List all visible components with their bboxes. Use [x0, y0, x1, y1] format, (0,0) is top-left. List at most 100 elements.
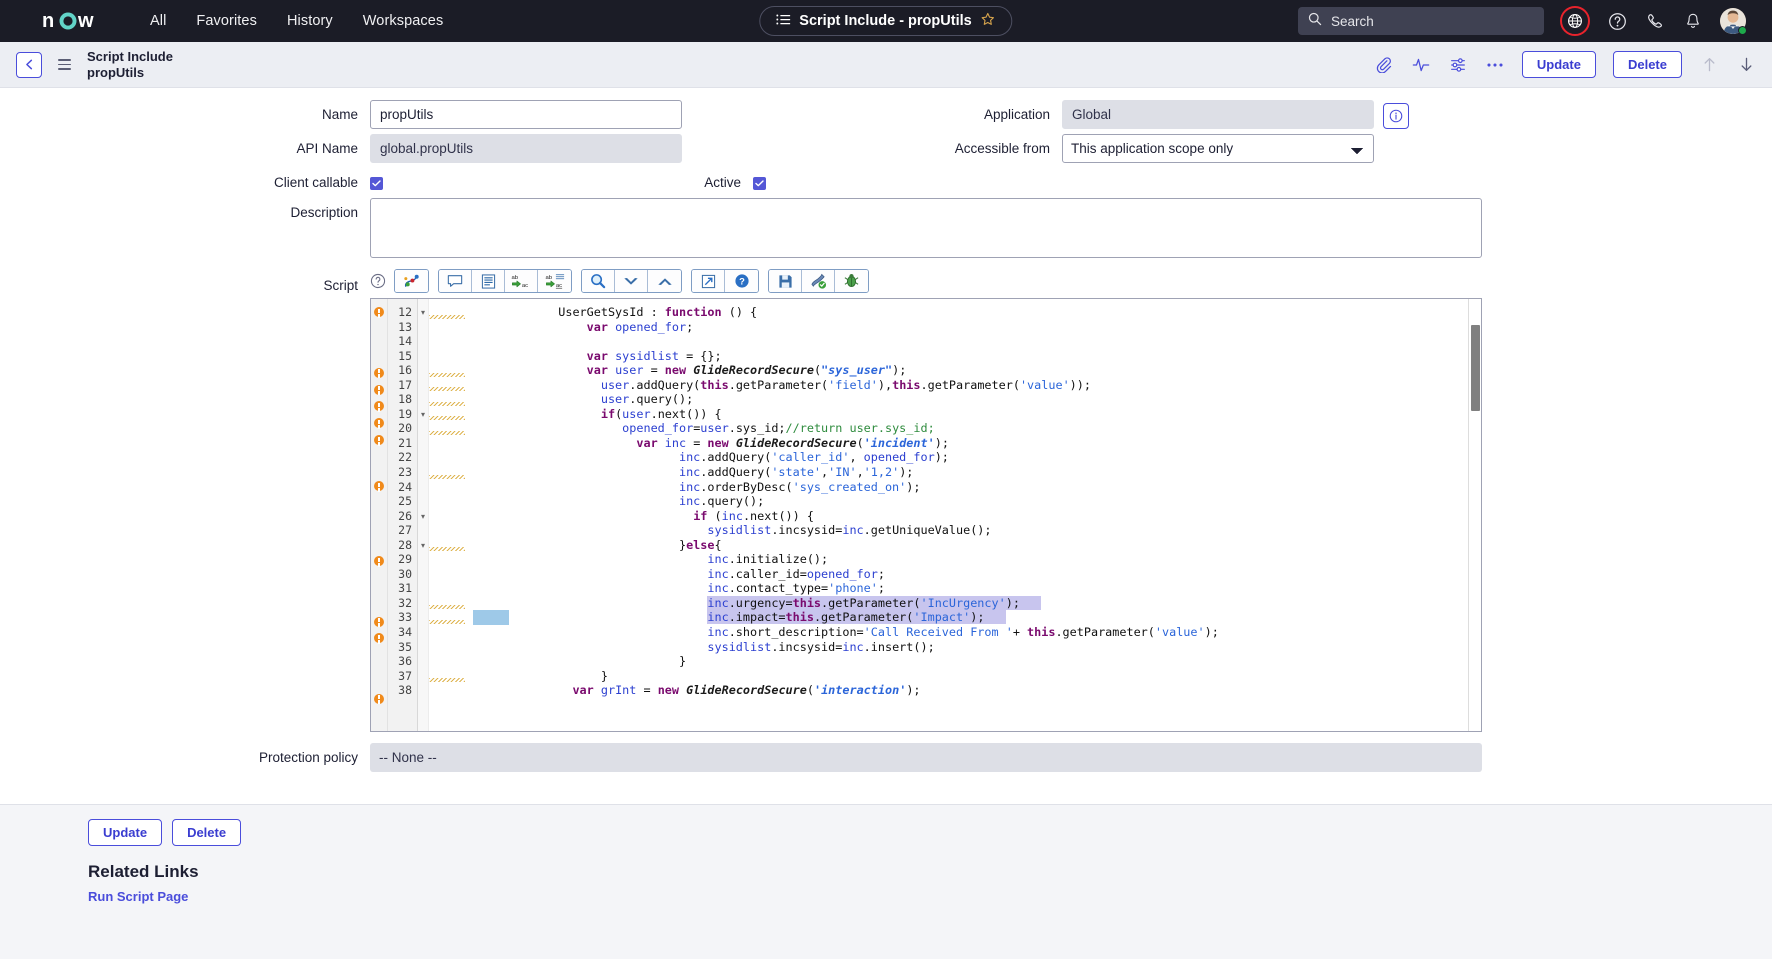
description-textarea[interactable] [370, 198, 1482, 258]
application-info-icon[interactable] [1383, 103, 1409, 129]
phone-icon[interactable] [1644, 10, 1666, 32]
global-search-input[interactable]: Search [1298, 7, 1544, 35]
editor-code-line[interactable]: var user = new GlideRecordSecure("sys_us… [473, 363, 1481, 378]
comment-icon[interactable] [439, 270, 472, 292]
editor-code-line[interactable]: inc.urgency=this.getParameter('IncUrgenc… [473, 595, 1481, 611]
star-favorite-icon[interactable] [981, 12, 996, 30]
editor-error-marker[interactable] [371, 556, 387, 571]
editor-error-marker[interactable] [371, 616, 387, 632]
editor-code-line[interactable]: var sysidlist = {}; [473, 349, 1481, 364]
more-options-icon[interactable] [1485, 55, 1505, 75]
editor-line-number: 15 [398, 348, 412, 363]
editor-line-number: 28 [398, 537, 412, 552]
save-disk-icon[interactable] [769, 270, 802, 292]
editor-error-marker[interactable] [371, 307, 387, 322]
editor-fold-toggle[interactable]: ▾ [418, 305, 428, 320]
accessible-from-select[interactable]: This application scope only [1062, 134, 1374, 163]
form-context-menu-icon[interactable] [58, 59, 71, 70]
nav-link-all[interactable]: All [148, 9, 168, 33]
editor-code-line[interactable] [473, 334, 1481, 349]
editor-error-marker[interactable] [371, 435, 387, 450]
editor-code-line[interactable]: var inc = new GlideRecordSecure('inciden… [473, 436, 1481, 451]
editor-fold-toggle[interactable]: ▾ [418, 509, 428, 524]
editor-code-line[interactable]: user.query(); [473, 392, 1481, 407]
replace-icon[interactable]: ab ac [505, 270, 538, 292]
related-link-run-script-page[interactable]: Run Script Page [88, 889, 1772, 904]
editor-code-line[interactable]: var grInt = new GlideRecordSecure('inter… [473, 683, 1481, 698]
editor-code-line[interactable]: UserGetSysId : function () { [473, 305, 1481, 320]
bell-notification-icon[interactable] [1682, 10, 1704, 32]
editor-code-line[interactable]: } [473, 654, 1481, 669]
nav-link-history[interactable]: History [285, 9, 335, 33]
nav-link-favorites[interactable]: Favorites [194, 9, 259, 33]
code-token: 'state' [771, 465, 822, 480]
globe-icon[interactable] [1560, 6, 1590, 36]
replace-all-icon[interactable]: ab ac [538, 270, 571, 292]
editor-code-line[interactable]: inc.query(); [473, 494, 1481, 509]
delete-button-footer[interactable]: Delete [172, 819, 242, 846]
editor-code-line[interactable]: inc.short_description='Call Received Fro… [473, 625, 1481, 640]
script-help-icon[interactable]: ? [725, 270, 758, 292]
editor-fold-toggle[interactable]: ▾ [418, 407, 428, 422]
activity-stream-icon[interactable] [1411, 55, 1431, 75]
user-avatar[interactable] [1720, 8, 1747, 35]
editor-error-marker[interactable] [371, 633, 387, 648]
editor-code-line[interactable]: }else{ [473, 538, 1481, 553]
nav-link-workspaces[interactable]: Workspaces [361, 9, 446, 33]
form-row-checkboxes: Client callable Active [0, 168, 1772, 190]
active-checkbox[interactable] [753, 177, 766, 190]
delete-button-header[interactable]: Delete [1612, 51, 1682, 78]
record-title-pill[interactable]: Script Include - propUtils [759, 6, 1013, 36]
editor-code-line[interactable]: if(user.next()) { [473, 407, 1481, 422]
editor-code-line[interactable]: inc.orderByDesc('sys_created_on'); [473, 480, 1481, 495]
editor-code-line[interactable]: inc.impact=this.getParameter('Impact'); [473, 610, 1481, 626]
editor-code-line[interactable]: sysidlist.incsysid=inc.insert(); [473, 640, 1481, 655]
editor-error-marker[interactable] [371, 384, 387, 400]
editor-error-marker[interactable] [371, 418, 387, 433]
editor-code-line[interactable]: } [473, 669, 1481, 684]
editor-error-marker[interactable] [371, 481, 387, 496]
fullscreen-expand-icon[interactable] [692, 270, 725, 292]
servicenow-logo[interactable]: n w [42, 8, 120, 34]
editor-code-line[interactable]: var opened_for; [473, 320, 1481, 335]
find-previous-up-icon[interactable] [648, 270, 681, 292]
debug-bug-icon[interactable] [835, 270, 868, 292]
help-question-icon[interactable] [1606, 10, 1628, 32]
editor-code-line[interactable]: inc.addQuery('caller_id', opened_for); [473, 450, 1481, 465]
editor-code-line[interactable]: opened_for=user.sys_id;//return user.sys… [473, 421, 1481, 436]
attachment-paperclip-icon[interactable] [1374, 55, 1394, 75]
editor-code-line[interactable]: inc.caller_id=opened_for; [473, 567, 1481, 582]
update-button-footer[interactable]: Update [88, 819, 163, 846]
editor-code-line[interactable]: user.addQuery(this.getParameter('field')… [473, 378, 1481, 393]
code-token: opened_for [622, 421, 694, 436]
syntax-editor-toggle-icon[interactable] [395, 270, 428, 292]
editor-code-content[interactable]: UserGetSysId : function () { var opened_… [473, 299, 1481, 731]
client-callable-checkbox[interactable] [370, 177, 383, 190]
syntax-check-icon[interactable] [802, 270, 835, 292]
editor-scrollbar[interactable] [1468, 299, 1481, 731]
editor-code-line[interactable]: inc.initialize(); [473, 552, 1481, 567]
editor-scrollbar-thumb[interactable] [1471, 325, 1480, 411]
editor-warning-squiggle [429, 596, 473, 611]
personalize-form-icon[interactable] [1448, 55, 1468, 75]
editor-fold-gutter[interactable]: ▾ ▾ ▾ ▾ [418, 299, 429, 731]
editor-error-marker[interactable] [371, 367, 387, 383]
help-circle-icon[interactable] [370, 273, 386, 289]
find-next-down-icon[interactable] [615, 270, 648, 292]
editor-code-line[interactable]: if (inc.next()) { [473, 509, 1481, 524]
editor-code-line[interactable]: inc.contact_type='phone'; [473, 581, 1481, 596]
arrow-up-icon[interactable] [1699, 55, 1719, 75]
script-code-editor[interactable]: 12 13 14 15 16 17 18 19 20 21 22 23 24 25 26 27 28 29 30 31… [370, 298, 1482, 732]
back-button[interactable] [16, 51, 42, 78]
find-search-icon[interactable] [582, 270, 615, 292]
update-button-header[interactable]: Update [1521, 51, 1596, 78]
arrow-down-icon[interactable] [1736, 55, 1756, 75]
name-input[interactable] [370, 100, 682, 129]
format-code-icon[interactable] [472, 270, 505, 292]
editor-error-marker[interactable] [371, 693, 387, 709]
editor-code-line[interactable]: sysidlist.incsysid=inc.getUniqueValue(); [473, 523, 1481, 538]
editor-code-line[interactable]: inc.addQuery('state','IN','1,2'); [473, 465, 1481, 480]
editor-fold-toggle[interactable]: ▾ [418, 538, 428, 553]
editor-error-marker[interactable] [371, 401, 387, 416]
